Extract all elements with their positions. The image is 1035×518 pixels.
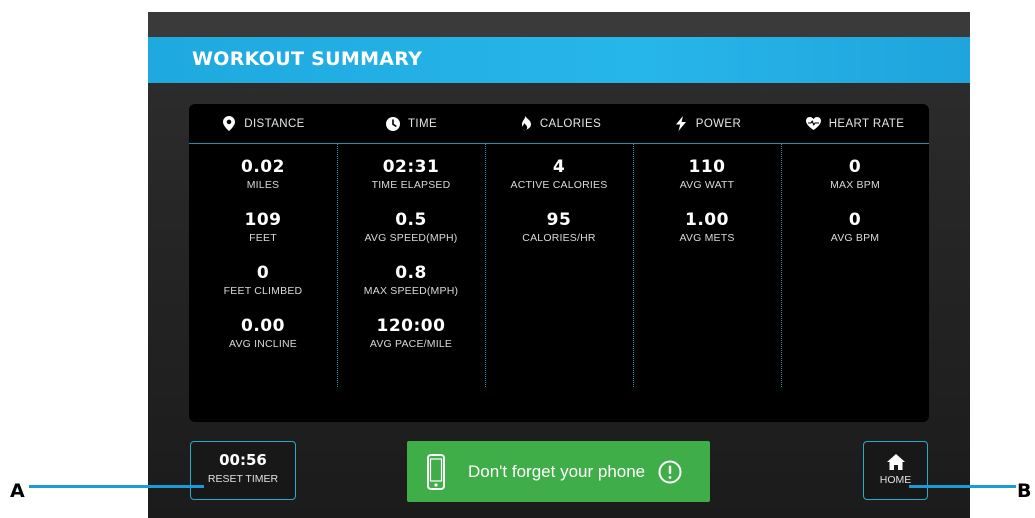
metric-value: 4 xyxy=(552,157,566,177)
heart-rate-icon xyxy=(806,116,822,132)
reset-timer-button[interactable]: 00:56 RESET TIMER xyxy=(190,441,296,500)
metric-miles: 0.02 MILES xyxy=(189,157,337,210)
metric-avg-mets: 1.00 AVG METS xyxy=(633,210,781,263)
metric-active-calories: 4 ACTIVE CALORIES xyxy=(485,157,633,210)
metric-label: MAX BPM xyxy=(830,179,880,191)
metric-value: 1.00 xyxy=(685,210,729,230)
metric-max-bpm: 0 MAX BPM xyxy=(781,157,929,210)
metric-value: 110 xyxy=(688,157,726,177)
callout-line-b xyxy=(909,485,1016,488)
phone-reminder-text: Don't forget your phone xyxy=(468,461,646,481)
metric-value: 0.02 xyxy=(241,157,285,177)
exclamation-circle-icon xyxy=(658,460,682,483)
metric-value: 0.00 xyxy=(241,316,285,336)
column-heading-calories: CALORIES xyxy=(485,104,633,143)
metric-value: 95 xyxy=(546,210,572,230)
column-heading-distance: DISTANCE xyxy=(189,104,337,143)
location-pin-icon xyxy=(221,116,237,132)
metric-label: FEET CLIMBED xyxy=(223,285,303,297)
metric-label: MILES xyxy=(246,179,280,191)
reset-timer-label: RESET TIMER xyxy=(207,473,279,485)
time-column: 02:31 TIME ELAPSED 0.5 AVG SPEED(MPH) 0.… xyxy=(337,157,485,369)
metric-max-speed: 0.8 MAX SPEED(MPH) xyxy=(337,263,485,316)
metric-label: AVG WATT xyxy=(679,179,735,191)
column-heading-heart-rate: HEART RATE xyxy=(781,104,929,143)
callout-label-a: A xyxy=(10,480,25,502)
flame-icon xyxy=(517,116,533,132)
home-button[interactable]: HOME xyxy=(863,441,928,500)
column-heading-label: DISTANCE xyxy=(244,117,305,130)
top-strip xyxy=(148,12,970,37)
metric-feet-climbed: 0 FEET CLIMBED xyxy=(189,263,337,316)
metric-label: AVG BPM xyxy=(830,232,880,244)
metric-label: MAX SPEED(MPH) xyxy=(363,285,459,297)
metric-avg-incline: 0.00 AVG INCLINE xyxy=(189,316,337,369)
workout-summary-panel: DISTANCE TIME CALORIES POWER HEART RATE … xyxy=(189,104,929,422)
panel-header: DISTANCE TIME CALORIES POWER HEART RATE xyxy=(189,104,929,144)
metric-value: 0.8 xyxy=(395,263,427,283)
metric-value: 0 xyxy=(848,157,862,177)
power-column: 110 AVG WATT 1.00 AVG METS xyxy=(633,157,781,263)
timer-value: 00:56 xyxy=(219,451,267,469)
metric-label: AVG SPEED(MPH) xyxy=(364,232,458,244)
metric-label: AVG INCLINE xyxy=(229,338,297,350)
header-bar: WORKOUT SUMMARY xyxy=(148,37,970,83)
metric-label: ACTIVE CALORIES xyxy=(510,179,608,191)
home-icon xyxy=(886,454,905,470)
metric-time-elapsed: 02:31 TIME ELAPSED xyxy=(337,157,485,210)
distance-column: 0.02 MILES 109 FEET 0 FEET CLIMBED 0.00 … xyxy=(189,157,337,369)
metric-calories-per-hour: 95 CALORIES/HR xyxy=(485,210,633,263)
column-heading-label: HEART RATE xyxy=(828,117,905,130)
metric-avg-watt: 110 AVG WATT xyxy=(633,157,781,210)
metric-value: 120:00 xyxy=(376,316,446,336)
metric-label: CALORIES/HR xyxy=(522,232,596,244)
calories-column: 4 ACTIVE CALORIES 95 CALORIES/HR xyxy=(485,157,633,263)
metric-label: TIME ELAPSED xyxy=(371,179,451,191)
metric-feet: 109 FEET xyxy=(189,210,337,263)
heart-rate-column: 0 MAX BPM 0 AVG BPM xyxy=(781,157,929,263)
metric-value: 0 xyxy=(256,263,270,283)
column-heading-label: TIME xyxy=(407,117,438,130)
metric-value: 0 xyxy=(848,210,862,230)
clock-icon xyxy=(385,116,401,132)
column-heading-label: CALORIES xyxy=(539,117,602,130)
metric-avg-speed: 0.5 AVG SPEED(MPH) xyxy=(337,210,485,263)
callout-line-a xyxy=(29,485,204,488)
metric-label: AVG PACE/MILE xyxy=(369,338,453,350)
metric-value: 02:31 xyxy=(382,157,440,177)
metric-value: 109 xyxy=(244,210,282,230)
metric-value: 0.5 xyxy=(395,210,427,230)
metric-label: FEET xyxy=(249,232,277,244)
phone-reminder-banner[interactable]: Don't forget your phone xyxy=(407,441,710,502)
column-heading-label: POWER xyxy=(695,117,742,130)
lightning-bolt-icon xyxy=(673,116,689,132)
column-heading-power: POWER xyxy=(633,104,781,143)
metric-avg-pace: 120:00 AVG PACE/MILE xyxy=(337,316,485,369)
column-heading-time: TIME xyxy=(337,104,485,143)
metric-avg-bpm: 0 AVG BPM xyxy=(781,210,929,263)
console-screen: WORKOUT SUMMARY DISTANCE TIME CALORIES P… xyxy=(148,12,970,518)
page-title: WORKOUT SUMMARY xyxy=(192,48,423,70)
callout-label-b: B xyxy=(1017,480,1032,502)
metric-label: AVG METS xyxy=(679,232,735,244)
smartphone-icon xyxy=(427,453,445,490)
